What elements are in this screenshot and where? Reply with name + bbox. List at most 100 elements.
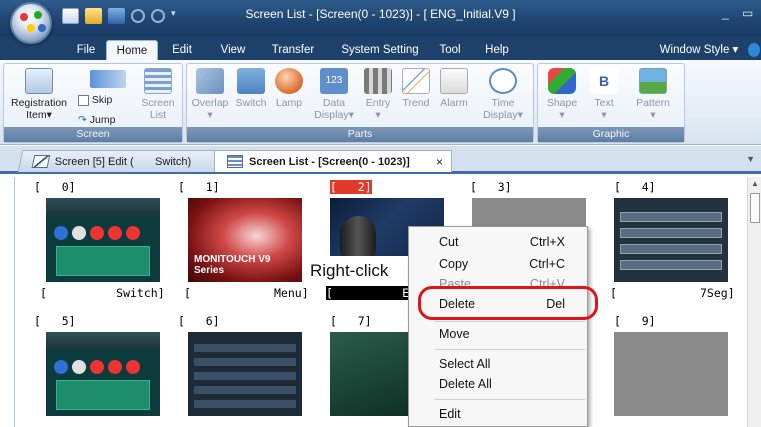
jump-button[interactable]: ↷ Jump	[78, 114, 134, 126]
trend-button[interactable]: Trend	[397, 68, 435, 109]
registration-sub-label: Item	[26, 109, 47, 121]
menu-item-delete-all[interactable]: Delete All	[409, 373, 587, 395]
screen-list-tab-icon	[227, 155, 243, 168]
pattern-button[interactable]: Pattern ▾	[626, 68, 680, 121]
alarm-button[interactable]: Alarm	[435, 68, 473, 109]
tab-home[interactable]: Home	[106, 40, 158, 60]
registration-item-button[interactable]: Registration Item▾	[8, 68, 70, 121]
tab-tool[interactable]: Tool	[434, 40, 466, 60]
screen-list-icon	[144, 68, 172, 94]
application-menu-button[interactable]	[10, 2, 52, 44]
tab-help[interactable]: Help	[480, 40, 514, 60]
screen-list-label-2: List	[149, 109, 167, 121]
menu-item-cut[interactable]: Cut Ctrl+X	[409, 231, 587, 253]
time-label: Time	[491, 97, 515, 109]
screen-list-label-1: Screen	[141, 97, 175, 109]
overlap-button[interactable]: Overlap ▾	[189, 68, 231, 121]
data-display-sub-label: Display	[314, 109, 349, 121]
maximize-button[interactable]: ▭	[742, 6, 753, 20]
text-button[interactable]: B Text ▾	[584, 68, 624, 121]
menu-separator	[435, 349, 585, 350]
jump-label: Jump	[89, 114, 116, 126]
parts-group-label: Parts	[187, 127, 533, 142]
window-style-label: Window Style	[659, 44, 730, 56]
cut-shortcut: Ctrl+X	[529, 235, 565, 249]
window-style-menu[interactable]: Window Style ▾	[652, 40, 746, 60]
screen-thumbnail-1[interactable]: MONITOUCH V9 Series	[188, 198, 302, 282]
registration-icon	[25, 68, 53, 94]
time-display-button[interactable]: Time Display▾	[475, 68, 531, 121]
data-display-icon: 123	[320, 68, 348, 94]
menu-separator	[435, 399, 585, 400]
menu-thumbnail-logo: MONITOUCH V9 Series	[194, 254, 271, 276]
screen-name-0: [ Switch]	[40, 286, 165, 300]
chevron-down-icon[interactable]: ▼	[746, 154, 755, 164]
screen-group: Registration Item▾ Skip ↷ Jump Screen Li…	[3, 63, 183, 143]
screen-thumbnail-6[interactable]	[188, 332, 302, 416]
trend-label: Trend	[402, 97, 430, 109]
shape-label: Shape	[546, 97, 578, 109]
data-display-button[interactable]: 123 Data Display▾	[311, 68, 357, 121]
skip-checkbox[interactable]: Skip	[78, 94, 134, 106]
delete-all-label: Delete All	[439, 377, 492, 391]
ribbon-tabs: File Home Edit View Transfer System Sett…	[0, 36, 761, 60]
scroll-up-icon[interactable]: ▲	[751, 179, 759, 188]
cut-label: Cut	[439, 235, 459, 249]
trend-icon	[402, 68, 430, 94]
tab-view[interactable]: View	[214, 40, 252, 60]
prev-next-screen-icon[interactable]	[90, 70, 126, 88]
lamp-icon	[275, 68, 303, 94]
context-menu: Cut Ctrl+X Copy Ctrl+C Paste Ctrl+V Dele…	[408, 226, 588, 427]
shape-button[interactable]: Shape ▾	[542, 68, 582, 121]
pattern-icon	[639, 68, 667, 94]
skip-label: Skip	[91, 94, 113, 106]
alarm-label: Alarm	[440, 97, 468, 109]
doc-tab-screen-edit[interactable]: Screen [5] Edit ( Switch)	[17, 150, 229, 172]
screen-thumbnail-9[interactable]	[614, 332, 728, 416]
edit-label: Edit	[439, 407, 461, 421]
menu-separator	[435, 321, 585, 322]
menu-item-copy[interactable]: Copy Ctrl+C	[409, 253, 587, 275]
screen-number-4: [ 4]	[614, 180, 656, 194]
lamp-label: Lamp	[275, 97, 303, 109]
lamp-button[interactable]: Lamp	[271, 68, 307, 109]
clock-icon	[489, 68, 517, 94]
scroll-thumb[interactable]	[750, 193, 760, 223]
overlap-label: Overlap	[191, 97, 229, 109]
vertical-scrollbar[interactable]: ▲	[747, 177, 761, 427]
minimize-button[interactable]: _	[722, 6, 729, 20]
copy-label: Copy	[439, 257, 469, 271]
right-click-annotation: Right-click	[304, 256, 408, 286]
screen-thumbnail-4[interactable]	[614, 198, 728, 282]
copy-shortcut: Ctrl+C	[529, 257, 565, 271]
screen-number-9: [ 9]	[614, 314, 656, 328]
skip-checkbox-box[interactable]	[78, 94, 89, 106]
text-label: Text	[594, 97, 614, 109]
screen-name-4: [ 7Seg]	[610, 286, 735, 300]
screen-thumbnail-7[interactable]	[330, 332, 408, 416]
menu-item-move[interactable]: Move	[409, 323, 587, 345]
menu-item-edit[interactable]: Edit	[409, 403, 587, 425]
doc-tab-screen-list[interactable]: Screen List - [Screen(0 - 1023)] ×	[214, 150, 452, 172]
screen-number-3: [ 3]	[470, 180, 512, 194]
doc-tab-screen-edit-label: Screen [5] Edit ( Switch)	[54, 156, 192, 168]
screen-list-button[interactable]: Screen List	[136, 68, 180, 121]
tab-system-setting[interactable]: System Setting	[334, 40, 426, 60]
screen-thumbnail-5[interactable]	[46, 332, 160, 416]
tab-file[interactable]: File	[68, 40, 104, 60]
entry-button[interactable]: Entry ▾	[359, 68, 397, 121]
screen-number-2: [ 2]	[330, 180, 372, 194]
window-title: Screen List - [Screen(0 - 1023)] - [ ENG…	[245, 7, 516, 21]
select-all-label: Select All	[439, 357, 491, 371]
graphic-group-label: Graphic	[538, 127, 684, 142]
close-icon[interactable]: ×	[436, 151, 443, 173]
data-label: Data	[322, 97, 346, 109]
edit-screen-icon	[31, 155, 51, 168]
help-icon[interactable]	[748, 43, 760, 57]
text-icon: B	[590, 68, 618, 94]
tab-transfer[interactable]: Transfer	[264, 40, 322, 60]
switch-button[interactable]: Switch	[231, 68, 271, 109]
menu-item-select-all[interactable]: Select All	[409, 353, 587, 375]
screen-thumbnail-0[interactable]	[46, 198, 160, 282]
tab-edit[interactable]: Edit	[166, 40, 198, 60]
